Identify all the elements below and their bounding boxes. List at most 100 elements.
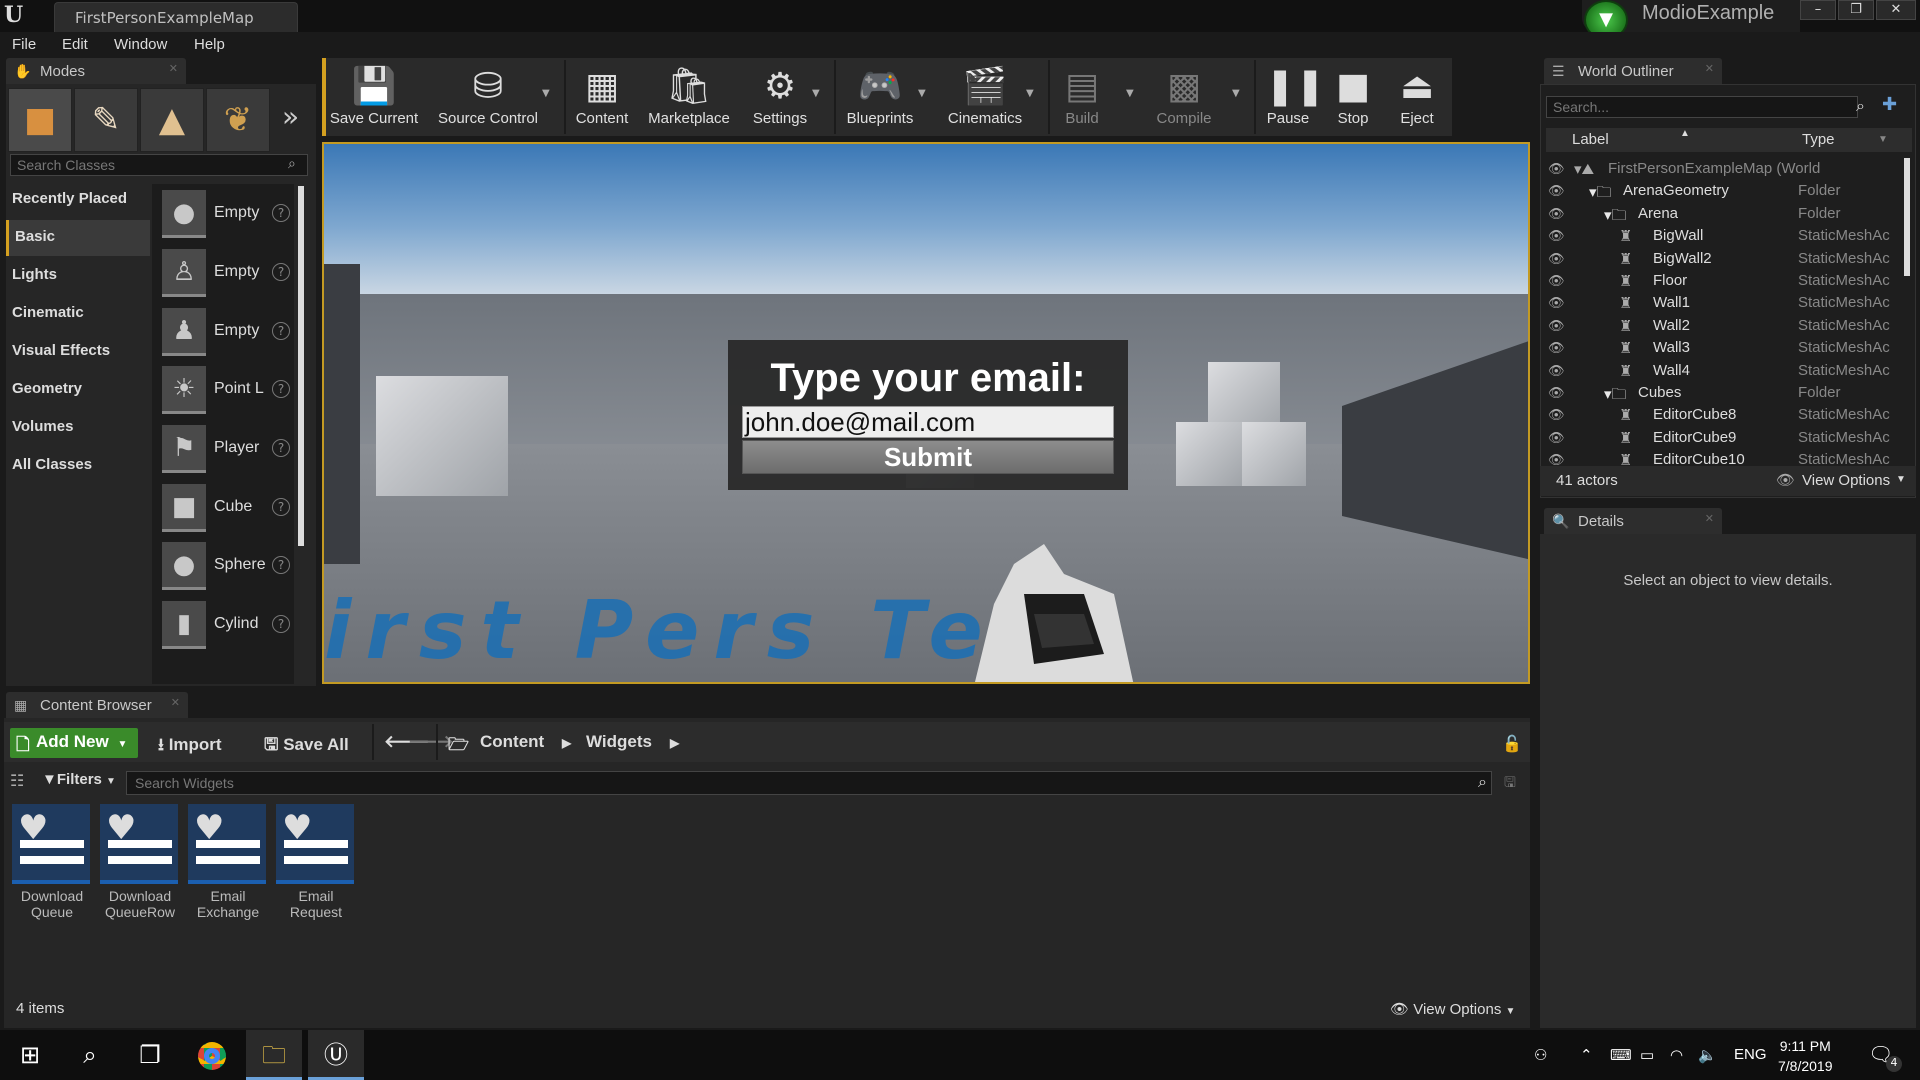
import-button[interactable]: ⭳ Import [158, 732, 222, 761]
visibility-eye-icon[interactable]: 👁 [1548, 206, 1565, 222]
help-icon[interactable]: ? [272, 498, 290, 516]
breadcrumb-separator-icon[interactable]: ▶ [562, 736, 571, 750]
foliage-mode-button[interactable]: ❦ [206, 88, 270, 152]
cinematics-dropdown-icon[interactable]: ▼ [1026, 88, 1034, 99]
build-button[interactable]: ▤ Build [1052, 60, 1112, 134]
outliner-scrollbar[interactable] [1904, 158, 1910, 276]
help-icon[interactable]: ? [272, 322, 290, 340]
document-tab[interactable]: FirstPersonExampleMap [54, 2, 298, 32]
save-all-button[interactable]: 🖫 Save All [264, 732, 349, 761]
visibility-eye-icon[interactable]: 👁 [1548, 228, 1565, 244]
build-dropdown-icon[interactable]: ▼ [1126, 88, 1134, 99]
people-icon[interactable]: ⚇ [1534, 1046, 1547, 1064]
column-type[interactable]: Type [1802, 131, 1835, 148]
class-item[interactable]: ♙ Empty? [160, 245, 296, 303]
task-view-icon[interactable]: ❐ [122, 1030, 178, 1080]
landscape-mode-button[interactable]: ▲ [140, 88, 204, 152]
class-item[interactable]: ● Sphere? [160, 538, 296, 596]
search-classes-input[interactable]: Search Classes [10, 154, 308, 176]
outliner-row[interactable]: 👁 ♜ Floor StaticMeshAc [1546, 270, 1906, 292]
outliner-row[interactable]: 👁 ♜ Wall4 StaticMeshAc [1546, 360, 1906, 382]
source-control-dropdown-icon[interactable]: ▼ [542, 88, 550, 99]
close-icon[interactable]: ✕ [1705, 512, 1714, 525]
category-all-classes[interactable]: All Classes [6, 448, 150, 484]
marketplace-button[interactable]: 🛍 Marketplace [640, 60, 738, 134]
help-icon[interactable]: ? [272, 556, 290, 574]
language-indicator[interactable]: ENG [1734, 1046, 1767, 1063]
save-current-button[interactable]: 💾 Save Current [328, 60, 420, 134]
outliner-row[interactable]: 👁 ▾🗀 Cubes Folder [1546, 382, 1906, 404]
add-new-button[interactable]: 🗋 Add New ▼ [10, 728, 138, 758]
minimize-button[interactable]: – [1800, 0, 1836, 20]
outliner-row[interactable]: 👁 ▾🗀 Arena Folder [1546, 203, 1906, 225]
outliner-row[interactable]: 👁 ▾⛰ FirstPersonExampleMap (World [1546, 158, 1906, 180]
outliner-row[interactable]: 👁 ▾🗀 ArenaGeometry Folder [1546, 180, 1906, 202]
chrome-icon[interactable] [184, 1030, 240, 1080]
stop-button[interactable]: ■ Stop [1324, 60, 1382, 134]
category-volumes[interactable]: Volumes [6, 410, 150, 446]
outliner-row[interactable]: 👁 ♜ Wall2 StaticMeshAc [1546, 315, 1906, 337]
visibility-eye-icon[interactable]: 👁 [1548, 161, 1565, 177]
class-list-scrollbar[interactable] [298, 186, 304, 546]
settings-button[interactable]: ⚙ Settings [742, 60, 818, 134]
forward-arrow-icon[interactable]: 🡒 [408, 732, 454, 752]
breadcrumb-separator-icon[interactable]: ▶ [670, 736, 679, 750]
outliner-row[interactable]: 👁 ♜ EditorCube8 StaticMeshAc [1546, 404, 1906, 426]
compile-dropdown-icon[interactable]: ▼ [1232, 88, 1240, 99]
lock-icon[interactable]: 🔓 [1502, 734, 1522, 753]
close-button[interactable]: ✕ [1876, 0, 1916, 20]
help-icon[interactable]: ? [272, 263, 290, 281]
asset-tile[interactable]: ♥ Download QueueRow [100, 804, 180, 934]
visibility-eye-icon[interactable]: 👁 [1548, 183, 1565, 199]
column-label[interactable]: Label [1572, 131, 1609, 148]
visibility-eye-icon[interactable]: 👁 [1548, 363, 1565, 379]
visibility-eye-icon[interactable]: 👁 [1548, 295, 1565, 311]
search-icon[interactable]: ⌕ [62, 1030, 118, 1080]
wifi-icon[interactable]: ◠ [1670, 1046, 1683, 1064]
class-item[interactable]: ☀ Point L? [160, 362, 296, 420]
clock[interactable]: 9:11 PM 7/8/2019 [1778, 1036, 1833, 1076]
level-viewport[interactable]: irst Pers Tem Type your email: john.doe@… [322, 142, 1530, 684]
visibility-eye-icon[interactable]: 👁 [1548, 340, 1565, 356]
tray-chevron-icon[interactable]: ⌃ [1580, 1046, 1593, 1064]
menu-window[interactable]: Window [114, 36, 167, 53]
save-search-icon[interactable]: 🖫 [1504, 772, 1516, 796]
blueprints-button[interactable]: 🎮 Blueprints [838, 60, 922, 134]
place-mode-button[interactable]: ■ [8, 88, 72, 152]
outliner-view-options[interactable]: View Options [1802, 472, 1890, 489]
class-item[interactable]: ▮ Cylind? [160, 597, 296, 655]
class-item[interactable]: ■ Cube? [160, 480, 296, 538]
file-explorer-icon[interactable]: 🗀 [246, 1030, 302, 1080]
asset-tile[interactable]: ♥ Email Exchange [188, 804, 268, 934]
menu-file[interactable]: File [12, 36, 36, 53]
menu-edit[interactable]: Edit [62, 36, 88, 53]
tab-world-outliner[interactable]: ☰ World Outliner ✕ [1544, 58, 1722, 84]
sources-toggle-icon[interactable]: ☷ [10, 771, 24, 790]
pause-button[interactable]: ❚❚ Pause [1258, 60, 1325, 134]
source-control-button[interactable]: ⛁ Source Control [428, 60, 548, 134]
chevron-down-icon[interactable]: ▼ [1896, 474, 1906, 485]
asset-tile[interactable]: ♥ Email Request [276, 804, 356, 934]
maximize-button[interactable]: ❐ [1838, 0, 1874, 20]
outliner-row[interactable]: 👁 ♜ BigWall StaticMeshAc [1546, 225, 1906, 247]
chevron-down-icon[interactable]: ▼ [1878, 134, 1888, 145]
blueprints-dropdown-icon[interactable]: ▼ [918, 88, 926, 99]
breadcrumb-content[interactable]: Content [480, 732, 544, 752]
outliner-row[interactable]: 👁 ♜ BigWall2 StaticMeshAc [1546, 248, 1906, 270]
compile-button[interactable]: ▩ Compile [1146, 60, 1222, 134]
help-icon[interactable]: ? [272, 615, 290, 633]
cinematics-button[interactable]: 🎬 Cinematics [938, 60, 1032, 134]
close-icon[interactable]: ✕ [169, 62, 178, 75]
submit-button[interactable]: Submit [742, 440, 1114, 474]
add-actor-icon[interactable]: ✚ [1882, 94, 1897, 115]
visibility-eye-icon[interactable]: 👁 [1548, 273, 1565, 289]
visibility-eye-icon[interactable]: 👁 [1548, 430, 1565, 446]
tab-content-browser[interactable]: ▦ Content Browser ✕ [6, 692, 188, 718]
outliner-row[interactable]: 👁 ♜ Wall1 StaticMeshAc [1546, 292, 1906, 314]
class-item[interactable]: ● Empty? [160, 186, 296, 244]
close-icon[interactable]: ✕ [171, 696, 180, 709]
menu-help[interactable]: Help [194, 36, 225, 53]
content-button[interactable]: ▦ Content [568, 60, 636, 134]
visibility-eye-icon[interactable]: 👁 [1548, 318, 1565, 334]
visibility-eye-icon[interactable]: 👁 [1548, 251, 1565, 267]
